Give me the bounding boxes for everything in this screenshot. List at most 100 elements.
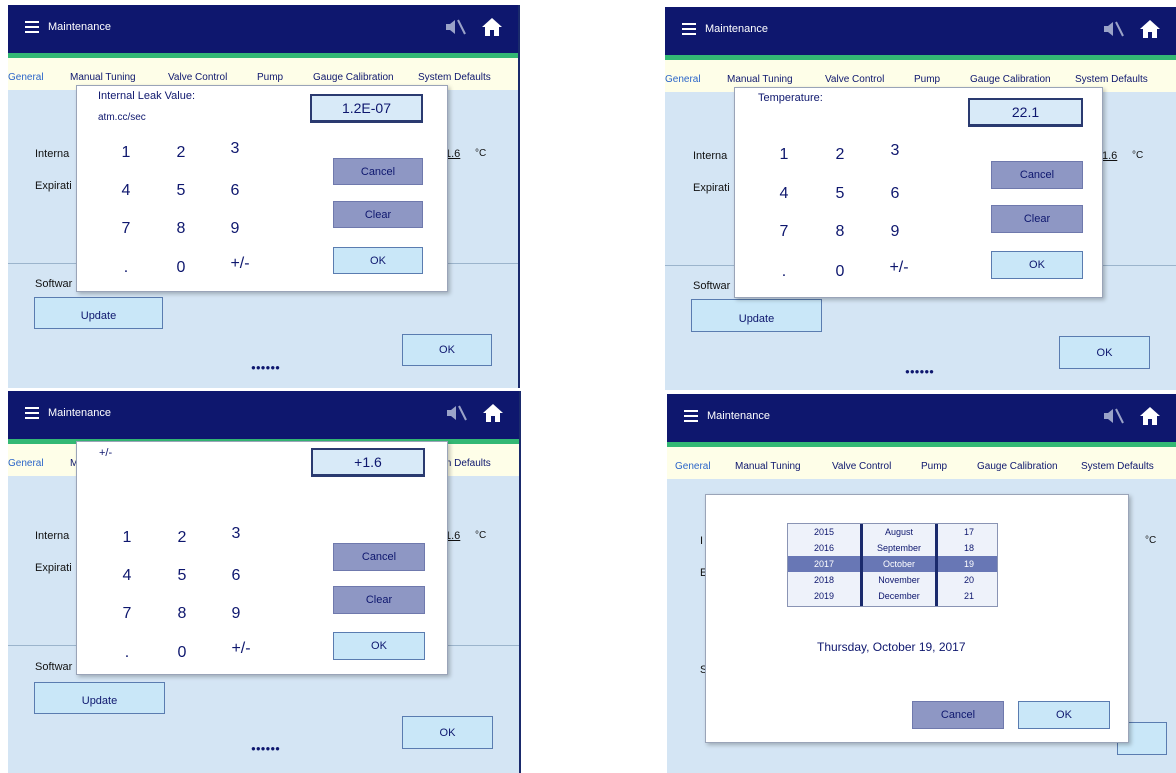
clear-button[interactable]: Clear	[991, 205, 1083, 233]
key-7[interactable]: 7	[769, 223, 799, 241]
keypad-ok-button[interactable]: OK	[333, 247, 423, 274]
home-icon[interactable]	[481, 16, 503, 38]
key-6[interactable]: 6	[880, 185, 910, 203]
month-option[interactable]: September	[863, 540, 935, 556]
key-plus-minus[interactable]: +/-	[226, 640, 256, 658]
day-option[interactable]: 21	[938, 588, 997, 604]
tab-gauge-calibration[interactable]: Gauge Calibration	[313, 72, 394, 83]
key-decimal[interactable]: .	[112, 644, 142, 662]
value-display[interactable]: 1.2E-07	[310, 94, 423, 123]
key-5[interactable]: 5	[825, 185, 855, 203]
cancel-button[interactable]: Cancel	[991, 161, 1083, 189]
key-3[interactable]: 3	[221, 525, 251, 543]
menu-icon[interactable]	[25, 21, 39, 33]
key-decimal[interactable]: .	[769, 263, 799, 281]
tab-pump[interactable]: Pump	[914, 74, 940, 85]
ok-button[interactable]: OK	[402, 716, 493, 749]
value-display[interactable]: 22.1	[968, 98, 1083, 127]
key-4[interactable]: 4	[111, 182, 141, 200]
key-0[interactable]: 0	[167, 644, 197, 662]
day-column[interactable]: 17 18 19 20 21	[935, 524, 997, 606]
home-icon[interactable]	[482, 402, 504, 424]
tab-pump[interactable]: Pump	[257, 72, 283, 83]
update-button[interactable]: Update	[34, 297, 163, 329]
key-1[interactable]: 1	[111, 144, 141, 162]
key-plus-minus[interactable]: +/-	[225, 255, 255, 273]
day-option-selected[interactable]: 19	[938, 556, 997, 572]
key-7[interactable]: 7	[111, 220, 141, 238]
update-button[interactable]: Update	[691, 299, 822, 332]
menu-icon[interactable]	[25, 407, 39, 419]
tab-manual-tuning[interactable]: Manual Tuning	[727, 74, 793, 85]
key-3[interactable]: 3	[220, 140, 250, 158]
mute-icon[interactable]	[445, 403, 467, 423]
key-1[interactable]: 1	[112, 529, 142, 547]
tab-valve-control[interactable]: Valve Control	[168, 72, 227, 83]
key-plus-minus[interactable]: +/-	[884, 259, 914, 277]
tab-general[interactable]: General	[665, 74, 701, 85]
key-9[interactable]: 9	[880, 223, 910, 241]
mute-icon[interactable]	[444, 17, 466, 37]
key-9[interactable]: 9	[221, 605, 251, 623]
value-display[interactable]: +1.6	[311, 448, 425, 477]
tab-manual-tuning[interactable]: Manual Tuning	[70, 72, 136, 83]
tab-system-defaults[interactable]: System Defaults	[1075, 74, 1148, 85]
tab-gauge-calibration[interactable]: Gauge Calibration	[977, 461, 1058, 472]
date-ok-button[interactable]: OK	[1018, 701, 1110, 729]
month-option[interactable]: December	[863, 588, 935, 604]
year-option[interactable]: 2019	[788, 588, 860, 604]
key-8[interactable]: 8	[166, 220, 196, 238]
key-6[interactable]: 6	[221, 567, 251, 585]
year-option-selected[interactable]: 2017	[788, 556, 860, 572]
keypad-ok-button[interactable]: OK	[991, 251, 1083, 279]
key-5[interactable]: 5	[167, 567, 197, 585]
month-column[interactable]: August September October November Decemb…	[860, 524, 935, 606]
key-9[interactable]: 9	[220, 220, 250, 238]
year-option[interactable]: 2015	[788, 524, 860, 540]
tab-general[interactable]: General	[8, 72, 44, 83]
tab-manual-tuning[interactable]: Manual Tuning	[735, 461, 801, 472]
key-decimal[interactable]: .	[111, 259, 141, 277]
home-icon[interactable]	[1139, 405, 1161, 427]
key-2[interactable]: 2	[167, 529, 197, 547]
key-2[interactable]: 2	[166, 144, 196, 162]
key-4[interactable]: 4	[112, 567, 142, 585]
ok-button[interactable]: OK	[1059, 336, 1150, 369]
mute-icon[interactable]	[1102, 406, 1124, 426]
year-option[interactable]: 2016	[788, 540, 860, 556]
cancel-button[interactable]: Cancel	[333, 543, 425, 571]
year-option[interactable]: 2018	[788, 572, 860, 588]
tab-gauge-calibration[interactable]: Gauge Calibration	[970, 74, 1051, 85]
key-2[interactable]: 2	[825, 146, 855, 164]
month-option[interactable]: August	[863, 524, 935, 540]
tab-general[interactable]: General	[8, 458, 44, 469]
temp-value[interactable]: 1.6	[1102, 150, 1117, 162]
menu-icon[interactable]	[684, 410, 698, 422]
key-5[interactable]: 5	[166, 182, 196, 200]
keypad-ok-button[interactable]: OK	[333, 632, 425, 660]
ok-button[interactable]: OK	[402, 334, 492, 366]
tab-general[interactable]: General	[675, 461, 711, 472]
month-option[interactable]: November	[863, 572, 935, 588]
day-option[interactable]: 20	[938, 572, 997, 588]
tab-valve-control[interactable]: Valve Control	[832, 461, 891, 472]
cancel-button[interactable]: Cancel	[333, 158, 423, 185]
tab-valve-control[interactable]: Valve Control	[825, 74, 884, 85]
key-0[interactable]: 0	[166, 259, 196, 277]
key-8[interactable]: 8	[825, 223, 855, 241]
home-icon[interactable]	[1139, 18, 1161, 40]
key-4[interactable]: 4	[769, 185, 799, 203]
cancel-button[interactable]: Cancel	[912, 701, 1004, 729]
key-6[interactable]: 6	[220, 182, 250, 200]
mute-icon[interactable]	[1102, 19, 1124, 39]
day-option[interactable]: 17	[938, 524, 997, 540]
tab-system-defaults[interactable]: System Defaults	[418, 72, 491, 83]
date-picker-wheel[interactable]: 2015 2016 2017 2018 2019 August Septembe…	[787, 523, 998, 607]
menu-icon[interactable]	[682, 23, 696, 35]
key-0[interactable]: 0	[825, 263, 855, 281]
clear-button[interactable]: Clear	[333, 586, 425, 614]
key-3[interactable]: 3	[880, 142, 910, 160]
year-column[interactable]: 2015 2016 2017 2018 2019	[788, 524, 860, 606]
day-option[interactable]: 18	[938, 540, 997, 556]
tab-system-defaults[interactable]: System Defaults	[1081, 461, 1154, 472]
